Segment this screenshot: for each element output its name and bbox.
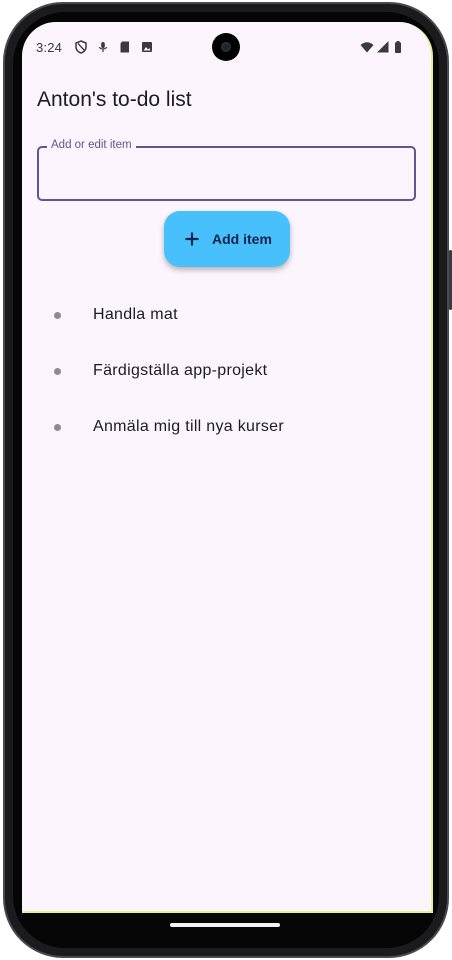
mic-icon — [98, 42, 108, 52]
front-camera — [212, 33, 240, 61]
bullet-icon — [54, 368, 61, 375]
list-item[interactable]: Färdigställa app-projekt — [22, 348, 431, 388]
page-title: Anton's to-do list — [37, 88, 192, 111]
item-text-field[interactable]: Add or edit item — [37, 139, 416, 201]
todo-item-text: Anmäla mig till nya kurser — [93, 418, 284, 435]
todo-item-text: Färdigställa app-projekt — [93, 362, 268, 379]
todo-item-text: Handla mat — [93, 306, 178, 323]
shield-icon — [75, 40, 87, 54]
add-item-button[interactable]: Add item — [164, 211, 290, 267]
home-gesture-bar[interactable] — [170, 923, 280, 927]
signal-icon — [377, 41, 389, 53]
wifi-icon — [360, 42, 374, 53]
bullet-icon — [54, 424, 61, 431]
battery-icon — [395, 41, 401, 53]
item-field-label: Add or edit item — [47, 139, 136, 151]
plus-icon — [185, 232, 199, 246]
app-screen: 3:24 Anton's to-do list Add or edit item… — [22, 22, 433, 913]
add-item-label: Add item — [212, 231, 272, 247]
photo-icon — [142, 42, 152, 52]
status-time: 3:24 — [36, 40, 63, 55]
item-input[interactable] — [49, 162, 404, 184]
bullet-icon — [54, 312, 61, 319]
list-item[interactable]: Anmäla mig till nya kurser — [22, 404, 431, 444]
sd-card-icon — [120, 41, 129, 53]
list-item[interactable]: Handla mat — [22, 292, 431, 332]
